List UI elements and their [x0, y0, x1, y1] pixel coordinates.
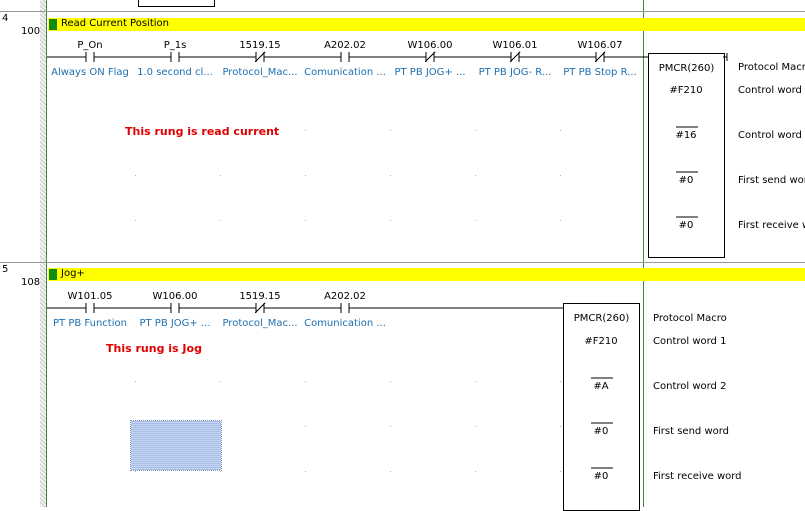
grid-dot [135, 220, 136, 221]
grid-dot [135, 175, 136, 176]
grid-dot [305, 175, 306, 176]
grid-dot [390, 426, 391, 427]
grid-dot [220, 130, 221, 131]
grid-dot [475, 381, 476, 382]
grid-dot [390, 471, 391, 472]
grid-dot [390, 220, 391, 221]
ladder-wiring [47, 51, 728, 469]
grid-dot [560, 220, 561, 221]
grid-dot [220, 175, 221, 176]
grid-dot [305, 381, 306, 382]
grid-dot [475, 175, 476, 176]
grid-dot [305, 471, 306, 472]
grid-dot [220, 381, 221, 382]
grid-dot [475, 426, 476, 427]
grid-dot [475, 471, 476, 472]
grid-dot [560, 175, 561, 176]
grid-dot [560, 471, 561, 472]
grid-dot [220, 471, 221, 472]
grid-dot [390, 130, 391, 131]
grid-dot [305, 220, 306, 221]
grid-dot [135, 381, 136, 382]
grid-dot [220, 220, 221, 221]
grid-dot [135, 130, 136, 131]
grid-dot [475, 130, 476, 131]
grid-dot [305, 426, 306, 427]
grid-dot [305, 130, 306, 131]
grid-dot [390, 175, 391, 176]
grid-dot [475, 220, 476, 221]
grid-dot [560, 130, 561, 131]
grid-dot [390, 381, 391, 382]
grid-dot [135, 471, 136, 472]
grid-dot [135, 426, 136, 427]
grid-dot [560, 426, 561, 427]
grid-dot [220, 426, 221, 427]
grid-dot [560, 381, 561, 382]
